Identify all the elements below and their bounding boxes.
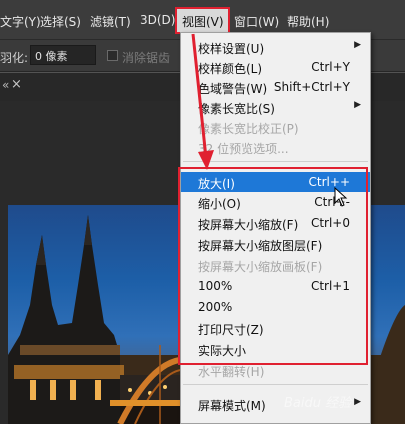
close-tab-icon[interactable]: × [11, 77, 22, 92]
menu-item-label: 水平翻转(H) [198, 365, 265, 379]
menu-separator [183, 384, 368, 385]
menu-help[interactable]: 帮助(H) [287, 13, 329, 30]
menu-item-pixel-aspect-correction: 像素长宽比校正(P) [181, 117, 370, 137]
menu-text[interactable]: 文字(Y) [0, 13, 41, 30]
menu-window[interactable]: 窗口(W) [234, 13, 279, 30]
antialias-label: 消除锯齿 [122, 51, 171, 65]
menu-item-label: 像素长宽比校正(P) [198, 122, 299, 136]
menu-3d[interactable]: 3D(D) [140, 13, 175, 27]
menu-item-label: 校样设置(U) [198, 42, 265, 56]
submenu-arrow-icon: ▶ [354, 100, 361, 110]
menu-select[interactable]: 选择(S) [40, 13, 81, 30]
menu-item-label: 校样颜色(L) [198, 62, 263, 76]
menu-view-highlight-box [175, 7, 230, 34]
menu-separator [183, 161, 368, 162]
menu-item-label: 屏幕模式(M) [198, 399, 266, 413]
menu-item-proof-colors[interactable]: 校样颜色(L) Ctrl+Y [181, 57, 370, 77]
feather-input[interactable]: 0 像素 [30, 45, 96, 65]
menu-item-label: 色域警告(W) [198, 82, 268, 96]
menu-item-proof-setup[interactable]: 校样设置(U) ▶ [181, 37, 370, 57]
mouse-cursor-icon [334, 187, 348, 207]
watermark-text: Baidu 经验 [284, 396, 352, 411]
menu-filter[interactable]: 滤镜(T) [90, 13, 131, 30]
menu-item-pixel-aspect-ratio[interactable]: 像素长宽比(S) ▶ [181, 97, 370, 117]
feather-label: 羽化: [0, 51, 29, 65]
menu-item-label: 像素长宽比(S) [198, 102, 275, 116]
antialias-checkbox[interactable] [107, 50, 118, 61]
menu-item-shortcut: Ctrl+Y [311, 60, 350, 74]
menu-item-label: 32 位预览选项... [198, 142, 289, 156]
submenu-arrow-icon: ▶ [354, 40, 361, 50]
menu-item-32bit-preview: 32 位预览选项... [181, 137, 370, 157]
collapse-icon[interactable]: « [2, 78, 9, 92]
canvas-left-margin [0, 205, 8, 424]
submenu-arrow-icon: ▶ [354, 397, 361, 407]
menu-item-gamut-warning[interactable]: 色域警告(W) Shift+Ctrl+Y [181, 77, 370, 97]
menu-item-shortcut: Shift+Ctrl+Y [273, 80, 350, 94]
